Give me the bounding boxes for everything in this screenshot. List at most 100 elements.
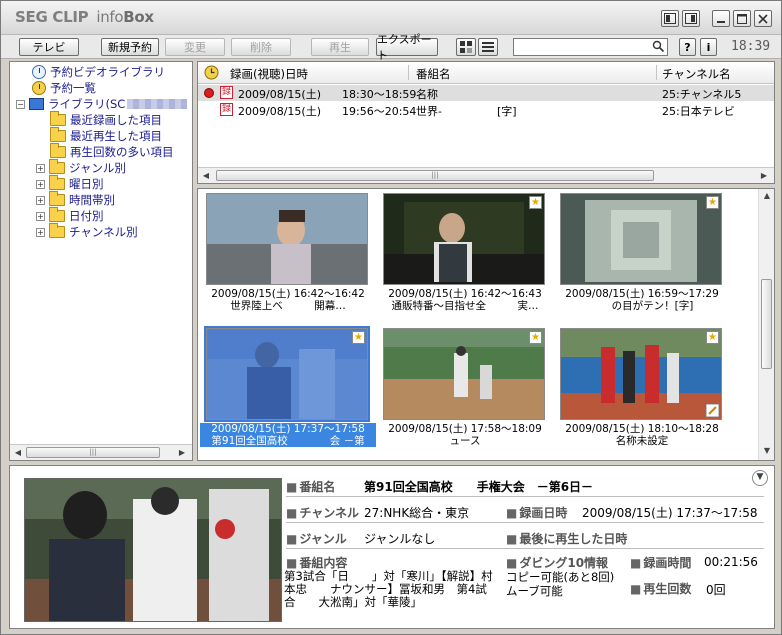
list-view-icon[interactable]	[478, 38, 498, 56]
thumbnail-4-date: 2009/08/15(土) 17:37～17:58	[200, 423, 376, 435]
expand-icon[interactable]: +	[36, 227, 45, 237]
tree-item-label: チャンネル別	[69, 225, 138, 239]
thumbnail-6[interactable]: ★	[560, 328, 722, 420]
thumbnail-2-title: 通販特番～目指せ全 実…	[391, 300, 539, 312]
expand-icon[interactable]: +	[36, 195, 45, 205]
thumbnail-3[interactable]: ★	[560, 193, 722, 285]
column-divider[interactable]	[408, 65, 409, 80]
layout-left-icon[interactable]	[661, 10, 679, 27]
collapse-icon[interactable]: −	[16, 99, 25, 109]
maximize-button[interactable]	[733, 10, 751, 27]
thumbnail-4-title: 第91回全国高校 会 －第	[200, 435, 376, 447]
play-button[interactable]: 再生	[311, 38, 369, 56]
thumbnail-4[interactable]: ★	[204, 326, 370, 422]
scroll-right-icon[interactable]: ▶	[758, 170, 770, 182]
genre-label: ジャンル	[286, 530, 346, 547]
expand-icon[interactable]: +	[36, 163, 45, 173]
delete-button[interactable]: 削除	[231, 38, 291, 56]
folder-icon	[49, 207, 65, 222]
folder-icon	[49, 191, 65, 206]
tree-item-reservation-list[interactable]: 予約一覧	[32, 80, 96, 96]
video-frame	[384, 194, 544, 284]
folder-icon	[50, 143, 66, 158]
thumbnail-view-icon[interactable]	[456, 38, 476, 56]
tree-item-label: ジャンル別	[69, 161, 126, 175]
scroll-up-icon[interactable]: ▲	[761, 191, 773, 203]
thumbnail-1[interactable]	[206, 193, 368, 285]
column-divider[interactable]	[656, 65, 657, 80]
grid-vertical-scrollbar[interactable]: ▲ ▼	[758, 189, 774, 460]
tree-item-weekday[interactable]: + 曜日別	[36, 175, 104, 192]
scroll-right-icon[interactable]: ▶	[176, 447, 188, 459]
play-count-label: 再生回数	[630, 580, 691, 597]
close-button[interactable]	[754, 10, 772, 27]
scrollbar-thumb[interactable]	[761, 279, 772, 369]
layout-right-icon[interactable]	[682, 10, 700, 27]
star-icon[interactable]: ★	[529, 196, 542, 209]
scroll-left-icon[interactable]: ◀	[12, 447, 24, 459]
list-row[interactable]: 録 2009/08/15(土) 18:30～18:59 名称 25:チャンネル5	[198, 85, 774, 101]
program-name-value: 第91回全国高校 手権大会 －第6日－	[364, 480, 594, 494]
scrollbar-thumb[interactable]: |||	[216, 170, 654, 181]
alarm-clock-icon	[32, 81, 46, 95]
tree-item-date[interactable]: + 日付別	[36, 207, 104, 224]
tree-item-label: 最近録画した項目	[70, 113, 162, 127]
channel-value: 27:NHK総合・東京	[364, 506, 470, 520]
expand-icon[interactable]: +	[36, 179, 45, 189]
expand-icon[interactable]: +	[36, 211, 45, 221]
tv-button[interactable]: テレビ	[19, 38, 79, 56]
library-tree: 予約ビデオライブラリ 予約一覧 − ライブラリ(SC 最近録画した項目 最近再生…	[9, 61, 193, 461]
thumbnail-2[interactable]: ★	[383, 193, 545, 285]
preview-video[interactable]	[24, 478, 282, 622]
thumbnail-5[interactable]: ★	[383, 328, 545, 420]
toolbar: テレビ 新規予約 変更 削除 再生 エクスポート ? i 18:39	[1, 33, 781, 62]
scrollbar-thumb[interactable]: |||	[26, 447, 160, 458]
export-button[interactable]: エクスポート	[376, 33, 438, 62]
tree-item-channel[interactable]: + チャンネル別	[36, 223, 138, 240]
video-frame	[207, 329, 367, 419]
column-header-channel[interactable]: チャンネル名	[662, 66, 731, 82]
star-icon[interactable]: ★	[706, 331, 719, 344]
column-header-program[interactable]: 番組名	[416, 66, 451, 82]
tree-item-library[interactable]: − ライブラリ(SC	[16, 96, 188, 112]
help-button[interactable]: ?	[679, 38, 696, 56]
channel-label: チャンネル	[286, 504, 359, 521]
thumbnail-2-date: 2009/08/15(土) 16:42～16:43	[388, 288, 542, 300]
brand-segclip: SEG CLIP	[15, 8, 89, 26]
star-icon[interactable]: ★	[529, 331, 542, 344]
tree-item-genre[interactable]: + ジャンル別	[36, 159, 126, 176]
scroll-down-icon[interactable]: ▼	[761, 446, 773, 458]
program-info-panel: ▼ 番組名 第91回全国高校 手権大会 －第6日－ チャンネル 27:NHK総合…	[9, 465, 775, 629]
row-channel: 25:日本テレビ	[662, 105, 735, 118]
genre-value: ジャンルなし	[364, 532, 436, 546]
minimize-button[interactable]	[712, 10, 730, 27]
tree-item-timeslot[interactable]: + 時間帯別	[36, 191, 115, 208]
star-icon[interactable]: ★	[352, 331, 365, 344]
scroll-left-icon[interactable]: ◀	[200, 170, 212, 182]
program-content-text: 第3試合「日 」対「寒川」【解説】村本忠 ナウンサー】冨坂和男 第4試合 大淞南…	[284, 570, 493, 609]
tree-item-recent-recorded[interactable]: 最近録画した項目	[50, 111, 162, 128]
list-horizontal-scrollbar[interactable]: ◀ ||| ▶	[198, 167, 774, 183]
star-icon[interactable]: ★	[706, 196, 719, 209]
tree-item-recent-played[interactable]: 最近再生した項目	[50, 127, 162, 144]
new-reservation-button[interactable]: 新規予約	[101, 38, 159, 56]
search-icon[interactable]	[652, 40, 665, 53]
info-button[interactable]: i	[700, 38, 717, 56]
monitor-icon	[29, 98, 44, 110]
thumbnail-3-date: 2009/08/15(土) 16:59～17:29	[565, 288, 719, 300]
recording-dot-icon	[204, 88, 214, 98]
list-row[interactable]: 録 2009/08/15(土) 19:56～20:54 世界- [字] 25:日…	[198, 102, 774, 118]
row-time: 18:30～18:59	[342, 88, 417, 101]
thumbnail-5-date: 2009/08/15(土) 17:58～18:09	[388, 423, 542, 435]
collapse-panel-icon[interactable]: ▼	[752, 470, 768, 486]
change-button[interactable]: 変更	[165, 38, 225, 56]
divider	[286, 522, 764, 523]
row-channel: 25:チャンネル5	[662, 88, 742, 101]
tree-horizontal-scrollbar[interactable]: ◀ ||| ▶	[10, 444, 192, 460]
search-input[interactable]	[513, 38, 668, 56]
tree-item-most-played[interactable]: 再生回数の多い項目	[50, 143, 174, 160]
edit-pencil-icon[interactable]	[706, 404, 719, 417]
tree-item-reserve-video-library[interactable]: 予約ビデオライブラリ	[32, 64, 165, 80]
column-header-datetime[interactable]: 録画(視聴)日時	[230, 66, 308, 82]
video-frame	[561, 329, 721, 419]
